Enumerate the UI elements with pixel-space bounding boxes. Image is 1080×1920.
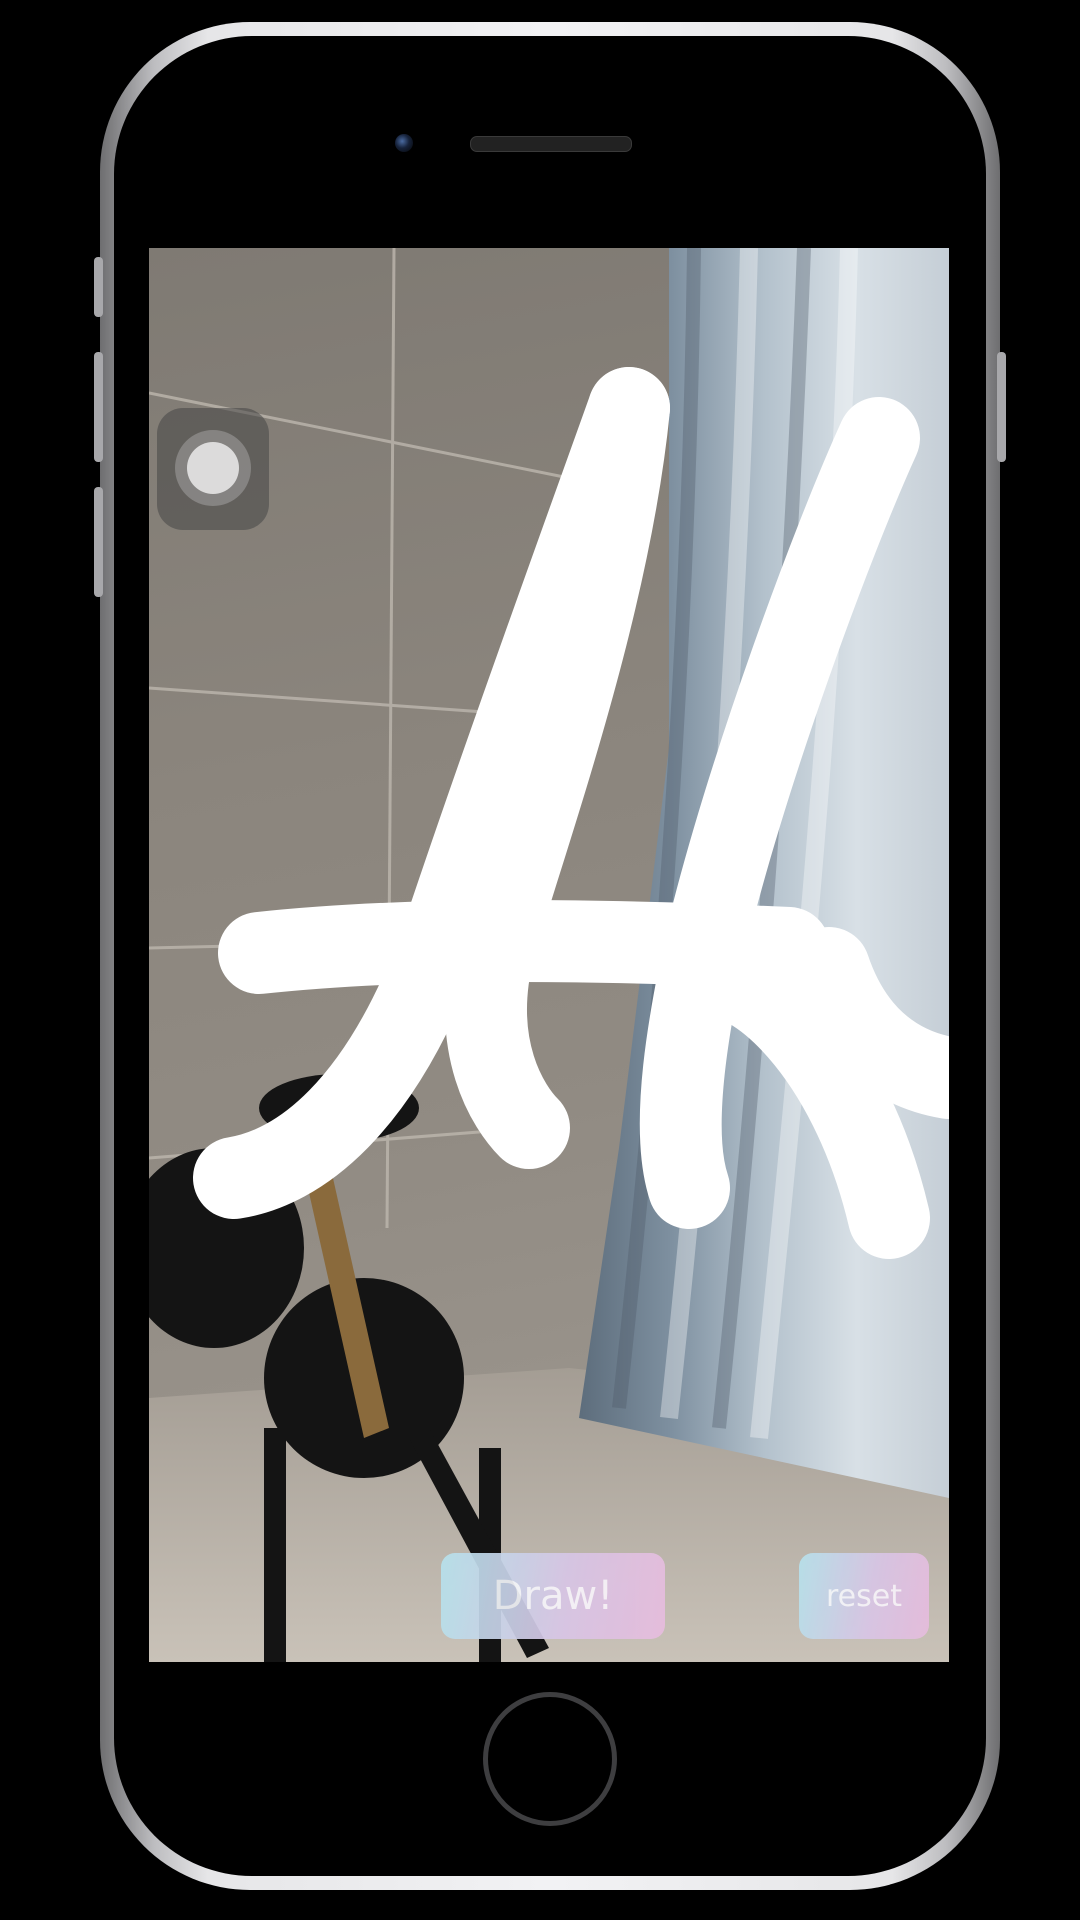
front-camera: [395, 134, 413, 152]
home-button-icon[interactable]: [483, 1692, 617, 1826]
earpiece-speaker: [470, 136, 632, 152]
reset-button[interactable]: reset: [799, 1553, 929, 1639]
mute-switch: [94, 257, 103, 317]
assistive-touch-icon[interactable]: [157, 408, 269, 530]
volume-down-button: [94, 487, 103, 597]
camera-scene: [149, 248, 949, 1662]
volume-up-button: [94, 352, 103, 462]
draw-button[interactable]: Draw!: [441, 1553, 665, 1639]
power-button: [997, 352, 1006, 462]
ar-camera-view[interactable]: Draw! reset: [149, 248, 949, 1662]
